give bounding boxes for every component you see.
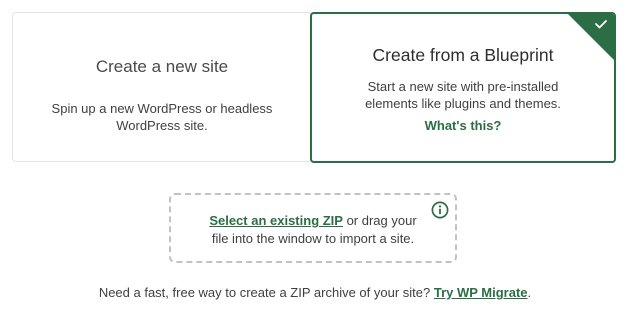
footer-note: Need a fast, free way to create a ZIP ar…: [0, 285, 630, 300]
create-new-site-description-line1: Spin up a new WordPress or headless: [51, 101, 273, 116]
whats-this-link[interactable]: What's this?: [312, 118, 614, 133]
dropzone-text: Select an existing ZIP or drag your file…: [181, 212, 445, 248]
create-from-blueprint-description-line1: Start a new site with pre-installed: [367, 79, 559, 94]
create-from-blueprint-card[interactable]: Create from a Blueprint Start a new site…: [310, 12, 616, 163]
footer-text: Need a fast, free way to create a ZIP ar…: [98, 285, 434, 300]
info-icon[interactable]: [431, 201, 449, 219]
create-new-site-card[interactable]: Create a new site Spin up a new WordPres…: [12, 12, 312, 162]
create-from-blueprint-description-line2: elements like plugins and themes.: [365, 96, 561, 111]
footer-suffix: .: [527, 285, 532, 300]
try-wp-migrate-link[interactable]: Try WP Migrate: [434, 285, 528, 300]
create-from-blueprint-description: Start a new site with pre-installed elem…: [332, 78, 594, 112]
create-new-site-description-line2: WordPress site.: [116, 118, 208, 133]
dropzone-text-line2: file into the window to import a site.: [211, 231, 415, 246]
create-new-site-title: Create a new site: [95, 57, 229, 76]
create-from-blueprint-title: Create from a Blueprint: [372, 45, 554, 65]
create-new-site-description: Spin up a new WordPress or headless Word…: [33, 100, 291, 134]
dropzone-text-after-link: or drag your: [342, 213, 417, 228]
zip-dropzone[interactable]: Select an existing ZIP or drag your file…: [169, 193, 457, 263]
select-existing-zip-link[interactable]: Select an existing ZIP: [209, 213, 343, 228]
